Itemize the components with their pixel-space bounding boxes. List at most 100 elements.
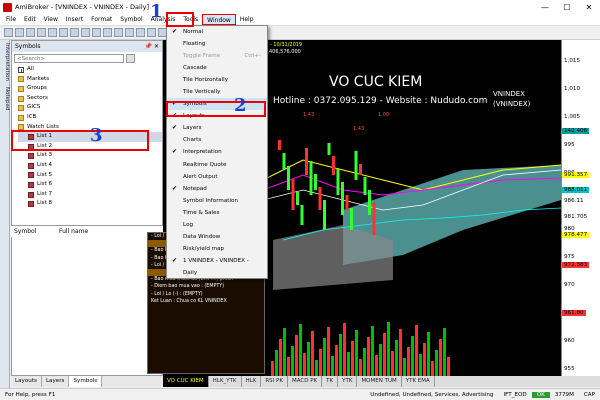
panel-bottom-tabs: Layouts Layers Symbols [11,376,163,387]
window-menu-item-data-window[interactable]: Data Window [167,231,267,243]
volume-bar [367,337,370,376]
chart-tab-ytk[interactable]: YTK [338,376,358,387]
menu-item-label: Interpretation [183,149,222,156]
menu-item-label: Tile Horizontally [183,77,228,84]
window-menu-item-interpretation[interactable]: ✔ Interpretation [167,146,267,158]
toolbar-button-icon[interactable] [26,28,35,37]
window-menu-item-symbol-information[interactable]: Symbol Information [167,195,267,207]
toolbar-button-icon[interactable] [136,28,145,37]
volume-bar [343,323,346,376]
window-menu-item-realtime-quote[interactable]: Realtime Quote [167,159,267,171]
minimize-button[interactable]: — [534,3,556,12]
toolbar-button-icon[interactable] [125,28,134,37]
tree-item-list-4[interactable]: List 4 [18,161,162,171]
window-title: AmiBroker - [VNINDEX - VNINDEX - Daily] [15,3,150,11]
toolbar-button-icon[interactable] [70,28,79,37]
tree-item-list-7[interactable]: List 7 [18,190,162,200]
toolbar-button-icon[interactable] [4,28,13,37]
candle [332,156,335,175]
window-menu-item-layers[interactable]: ✔ Layers [167,122,267,134]
highlight-watchlist [11,130,149,151]
window-menu-item-alert-output[interactable]: Alert Output [167,171,267,183]
window-menu-item-floating[interactable]: Floating [167,38,267,50]
tree-item-groups[interactable]: Groups [18,84,162,94]
window-menu-dropdown: ✔ Normal Floating Toggle Frame Ctrl+- Cascade… [166,25,268,279]
tree-item-gics[interactable]: GICS [18,103,162,113]
toolbar-button-icon[interactable] [48,28,57,37]
list-icon [28,181,34,188]
pin-close-icons[interactable]: 📌 ✕ [145,41,162,52]
chart-tab-rsi-pk[interactable]: RSI PK [261,376,288,387]
side-tab-notepad[interactable]: Notepad [0,84,10,113]
window-menu-item-cascade[interactable]: Cascade [167,62,267,74]
candle [300,205,304,225]
volume-bar [371,326,374,376]
panel-tab-symbols[interactable]: Symbols [69,376,103,387]
chart-tab-hlk-ytk[interactable]: HLK_YTK [209,376,242,387]
toolbar-button-icon[interactable] [103,28,112,37]
volume-bar [347,352,350,376]
tree-item-list-6[interactable]: List 6 [18,180,162,190]
tree-item-list-8[interactable]: List 8 [18,199,162,209]
panel-tab-layouts[interactable]: Layouts [11,376,42,387]
window-menu-item-notepad[interactable]: ✔ Notepad [167,183,267,195]
grid-column-symbol[interactable]: Symbol [11,226,56,237]
menu-format[interactable]: Format [87,14,116,25]
toolbar-button-icon[interactable] [92,28,101,37]
window-menu-item-charts[interactable]: Charts [167,134,267,146]
chart-tab-vo-cuc-kiem[interactable]: VO CUC KIEM [163,376,209,387]
grid-column-full-name[interactable]: Full name [56,226,156,237]
window-menu-item-tile-vertically[interactable]: Tile Vertically [167,86,267,98]
folder-icon [18,76,24,83]
maximize-button[interactable]: ☐ [556,3,578,12]
chart-tab-hlk[interactable]: HLK [242,376,262,387]
toolbar-button-icon[interactable] [114,28,123,37]
chart-tab-momen-tum[interactable]: MOMEN TUM [357,376,402,387]
tree-item-icb[interactable]: ICB [18,113,162,123]
tree-item-markets[interactable]: Markets [18,75,162,85]
menu-item-label: Realtime Quote [183,161,227,168]
window-menu-item-time-sales[interactable]: Time & Sales [167,207,267,219]
candle [336,169,340,195]
candle [323,200,326,230]
toolbar-button-icon[interactable] [15,28,24,37]
menu-symbol[interactable]: Symbol [116,14,146,25]
tree-item-list-3[interactable]: List 3 [18,151,162,161]
window-menu-item-log[interactable]: Log [167,219,267,231]
toolbar-button-icon[interactable] [81,28,90,37]
axis-price-tag: 978.477 [562,232,590,238]
toolbar-button-icon[interactable] [59,28,68,37]
close-button[interactable]: ✕ [578,3,600,12]
axis-tick-label: 1,005 [564,114,581,120]
volume-bar [307,342,310,376]
tree-item-all[interactable]: All [18,65,162,75]
menu-window[interactable]: Window [202,14,236,25]
status-field: OK [531,391,550,398]
toolbar-button-icon[interactable] [147,28,156,37]
menu-help[interactable]: Help [236,14,258,25]
tree-item-sectors[interactable]: Sectors [18,94,162,104]
search-icon[interactable] [126,54,135,63]
menu-insert[interactable]: Insert [62,14,87,25]
window-menu-item-tile-horizontally[interactable]: Tile Horizontally [167,74,267,86]
chart-tab-macd-pk[interactable]: MACD PK [288,376,323,387]
menu-view[interactable]: View [40,14,62,25]
symbol-search-input[interactable] [14,54,124,63]
chart-tab-tk[interactable]: TK [322,376,339,387]
tree-item-list-5[interactable]: List 5 [18,171,162,181]
volume-bar [435,350,438,376]
menu-file[interactable]: File [2,14,20,25]
menu-item-label: Floating [183,41,206,48]
volume-bar [351,341,354,376]
toolbar-button-icon[interactable] [37,28,46,37]
window-menu-item-1-vnindex-vnindex-daily[interactable]: ✔ 1 VNINDEX - VNINDEX - Daily [167,255,267,276]
side-tab-interpretation[interactable]: Interpretation [0,40,10,84]
tree-item-label: GICS [27,104,41,111]
window-menu-item-toggle-frame[interactable]: Toggle Frame Ctrl+- [167,50,267,62]
chart-tab-ytk-ema[interactable]: YTK EMA [402,376,435,387]
panel-tab-layers[interactable]: Layers [42,376,70,387]
menu-edit[interactable]: Edit [20,14,40,25]
volume-bar [439,339,442,376]
window-menu-item-risk-yield-map[interactable]: Risk/yield map [167,243,267,255]
window-menu-item-normal[interactable]: ✔ Normal [167,26,267,38]
